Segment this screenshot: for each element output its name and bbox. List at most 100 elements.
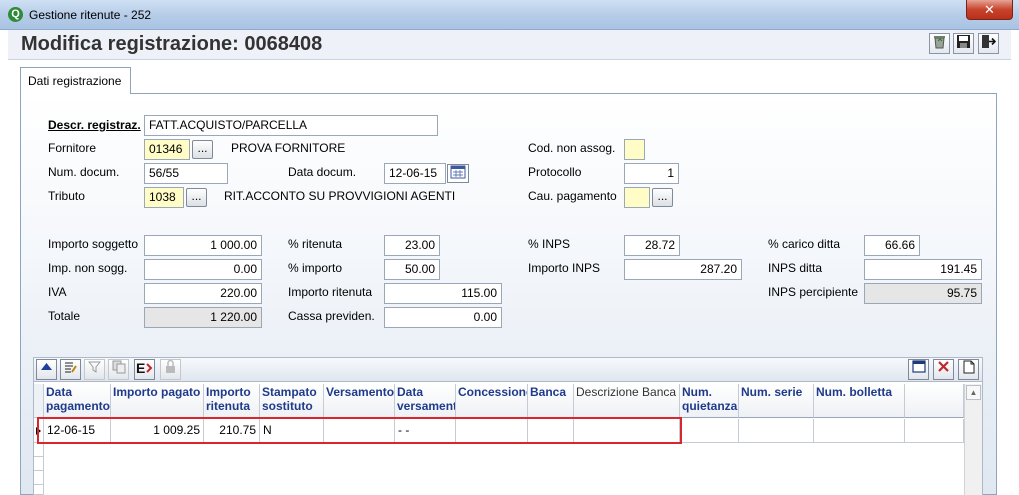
col-header-data-versamento[interactable]: Data versamento <box>395 384 456 418</box>
current-row-arrow-icon <box>36 427 41 435</box>
copy-button[interactable] <box>108 359 129 380</box>
descr-registraz-label: Descr. registraz. <box>48 118 141 132</box>
col-header-stampato-sostituto[interactable]: Stampato sostituto <box>260 384 324 418</box>
importo-soggetto-label: Importo soggetto <box>48 237 139 251</box>
row-indicator[interactable] <box>34 419 44 443</box>
col-header-descrizione-banca[interactable]: Descrizione Banca <box>574 384 680 418</box>
window-button[interactable] <box>908 359 929 380</box>
inps-percipiente-value: 95.75 <box>864 283 982 304</box>
perc-importo-label: % importo <box>288 261 343 275</box>
filter-icon <box>87 361 102 373</box>
iva-label: IVA <box>48 285 67 299</box>
inps-ditta-input[interactable]: 191.45 <box>864 259 982 280</box>
delete-icon <box>938 361 949 372</box>
filter-button[interactable] <box>84 359 105 380</box>
descr-registraz-input[interactable]: FATT.ACQUISTO/PARCELLA <box>144 115 438 136</box>
importo-soggetto-input[interactable]: 1 000.00 <box>144 235 262 256</box>
num-docum-label: Num. docum. <box>48 165 120 179</box>
fornitore-label: Fornitore <box>48 141 97 155</box>
totale-value: 1 220.00 <box>144 307 262 328</box>
exit-icon <box>982 35 997 48</box>
table-cell-descrizione-banca[interactable] <box>574 419 680 443</box>
perc-ritenuta-input[interactable]: 23.00 <box>384 235 440 256</box>
cod-non-assog-label: Cod. non assog. <box>528 141 616 155</box>
edit-list-button[interactable] <box>60 359 81 380</box>
importo-ritenuta-input[interactable]: 115.00 <box>384 283 502 304</box>
lock-button[interactable] <box>160 359 181 380</box>
page-title: Modifica registrazione: 0068408 <box>21 33 323 55</box>
table-cell-importo-pagato[interactable]: 1 009.25 <box>111 419 204 443</box>
importo-inps-input[interactable]: 287.20 <box>624 259 742 280</box>
scroll-up-icon[interactable]: ▲ <box>966 385 981 400</box>
col-header-data-pagamento[interactable]: Data pagamento <box>44 384 111 418</box>
cau-pagamento-lookup-button[interactable]: ... <box>652 188 673 207</box>
grid-vertical-scrollbar[interactable]: ▲ <box>964 384 982 495</box>
col-header-versamento[interactable]: Versamento <box>324 384 395 418</box>
new-document-icon <box>963 360 974 374</box>
col-header-importo-ritenuta[interactable]: Importo ritenuta <box>204 384 260 418</box>
perc-carico-ditta-input[interactable]: 66.66 <box>864 235 920 256</box>
table-cell-num-serie[interactable] <box>739 419 814 443</box>
recycle-button[interactable] <box>929 33 950 54</box>
window-close-button[interactable]: ✕ <box>966 0 1013 20</box>
table-cell-num-quietanza[interactable] <box>680 419 739 443</box>
tributo-description: RIT.ACCONTO SU PROVVIGIONI AGENTI <box>224 189 456 203</box>
table-cell-banca[interactable] <box>528 419 574 443</box>
inps-percipiente-label: INPS percipiente <box>768 285 859 299</box>
save-button[interactable] <box>953 33 974 54</box>
cod-non-assog-input[interactable] <box>624 139 645 160</box>
table-cell-stampato-sostituto[interactable]: N <box>260 419 324 443</box>
move-up-button[interactable] <box>36 359 57 380</box>
protocollo-label: Protocollo <box>528 165 582 179</box>
data-docum-calendar-button[interactable] <box>447 164 469 183</box>
num-docum-input[interactable]: 56/55 <box>144 163 228 184</box>
fornitore-lookup-button[interactable]: ... <box>192 140 213 159</box>
new-document-button[interactable] <box>958 359 979 380</box>
col-header-importo-pagato[interactable]: Importo pagato <box>111 384 204 418</box>
table-cell-num-bolletta[interactable] <box>814 419 905 443</box>
cassa-previden-label: Cassa previden. <box>288 309 375 323</box>
table-cell-spacer <box>905 419 964 443</box>
importo-inps-label: Importo INPS <box>528 261 601 275</box>
tributo-code-input[interactable]: 1038 <box>144 187 184 208</box>
row-indicator <box>34 471 44 485</box>
export-button[interactable]: E <box>134 359 155 380</box>
col-header-banca[interactable]: Banca <box>528 384 574 418</box>
save-icon <box>957 35 970 48</box>
table-cell-importo-ritenuta[interactable]: 210.75 <box>204 419 260 443</box>
iva-input[interactable]: 220.00 <box>144 283 262 304</box>
table-cell-data-pagamento[interactable]: 12-06-15 <box>44 419 111 443</box>
delete-button[interactable] <box>933 359 954 380</box>
row-indicator <box>34 485 44 495</box>
window-title-bar: Q Gestione ritenute - 252 ✕ <box>0 0 1019 30</box>
totale-label: Totale <box>48 309 81 323</box>
app-logo-icon: Q <box>8 7 23 22</box>
page-header: Modifica registrazione: 0068408 <box>8 30 1011 60</box>
col-header-num-quietanza[interactable]: Num. quietanza <box>680 384 739 418</box>
row-indicator <box>34 457 44 471</box>
table-cell-data-versamento[interactable]: - - <box>395 419 456 443</box>
col-header-concessione[interactable]: Concessione <box>456 384 528 418</box>
cau-pagamento-input[interactable] <box>624 187 650 208</box>
data-docum-input[interactable]: 12-06-15 <box>384 163 446 184</box>
imp-non-sogg-input[interactable]: 0.00 <box>144 259 262 280</box>
tab-dati-registrazione[interactable]: Dati registrazione <box>20 67 131 94</box>
cau-pagamento-label: Cau. pagamento <box>528 189 617 203</box>
data-docum-label: Data docum. <box>288 165 357 179</box>
cassa-previden-input[interactable]: 0.00 <box>384 307 502 328</box>
col-header-num-bolletta[interactable]: Num. bolletta <box>814 384 905 418</box>
svg-text:E: E <box>136 360 145 375</box>
exit-button[interactable] <box>978 33 999 54</box>
perc-inps-label: % INPS <box>528 237 571 251</box>
col-header-num-serie[interactable]: Num. serie <box>739 384 814 418</box>
tributo-lookup-button[interactable]: ... <box>186 188 207 207</box>
table-cell-versamento[interactable] <box>324 419 395 443</box>
tributo-label: Tributo <box>48 189 85 203</box>
protocollo-input[interactable]: 1 <box>624 163 679 184</box>
lock-icon <box>166 359 175 373</box>
perc-inps-input[interactable]: 28.72 <box>624 235 680 256</box>
perc-importo-input[interactable]: 50.00 <box>384 259 440 280</box>
fornitore-code-input[interactable]: 01346 <box>144 139 190 160</box>
table-cell-concessione[interactable] <box>456 419 528 443</box>
importo-ritenuta-label: Importo ritenuta <box>288 285 373 299</box>
